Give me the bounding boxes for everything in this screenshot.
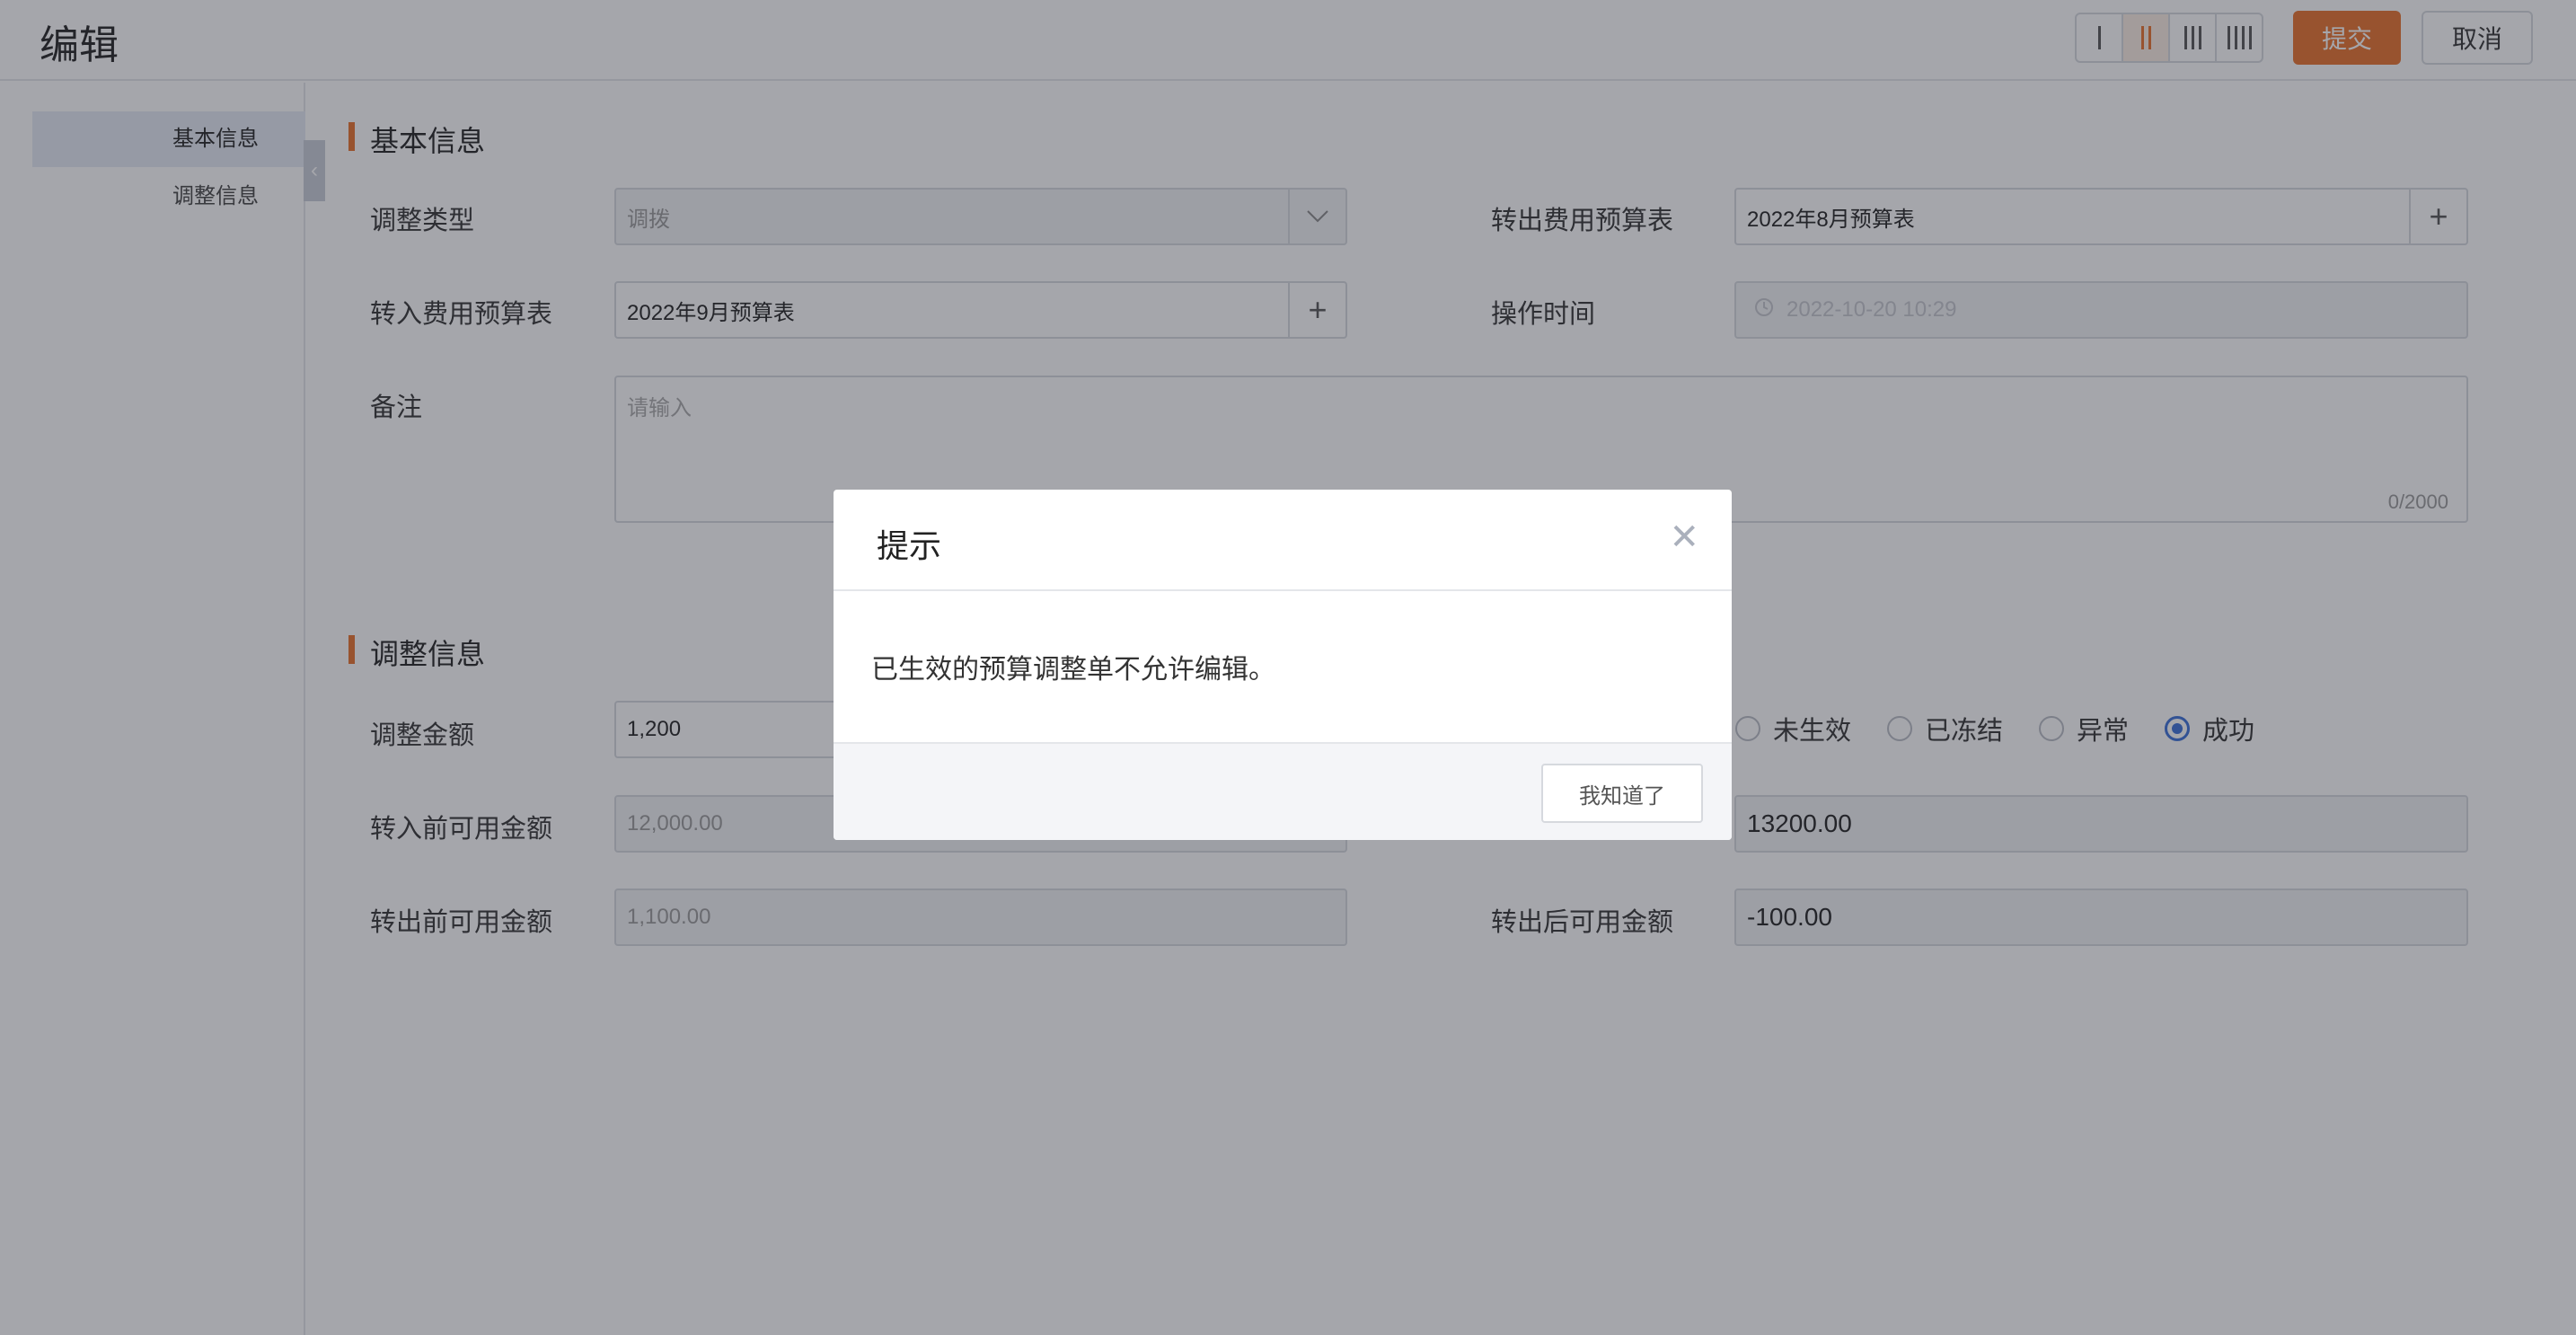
dialog-footer: 我知道了: [834, 742, 1732, 840]
dialog-header: 提示 ✕: [834, 490, 1732, 591]
alert-dialog: 提示 ✕ 已生效的预算调整单不允许编辑。 我知道了: [834, 490, 1732, 840]
dialog-message: 已生效的预算调整单不允许编辑。: [871, 655, 1275, 685]
close-icon[interactable]: ✕: [1669, 517, 1699, 558]
acknowledge-button[interactable]: 我知道了: [1541, 764, 1703, 823]
dialog-title: 提示: [877, 527, 942, 564]
dialog-body: 已生效的预算调整单不允许编辑。: [834, 591, 1732, 742]
